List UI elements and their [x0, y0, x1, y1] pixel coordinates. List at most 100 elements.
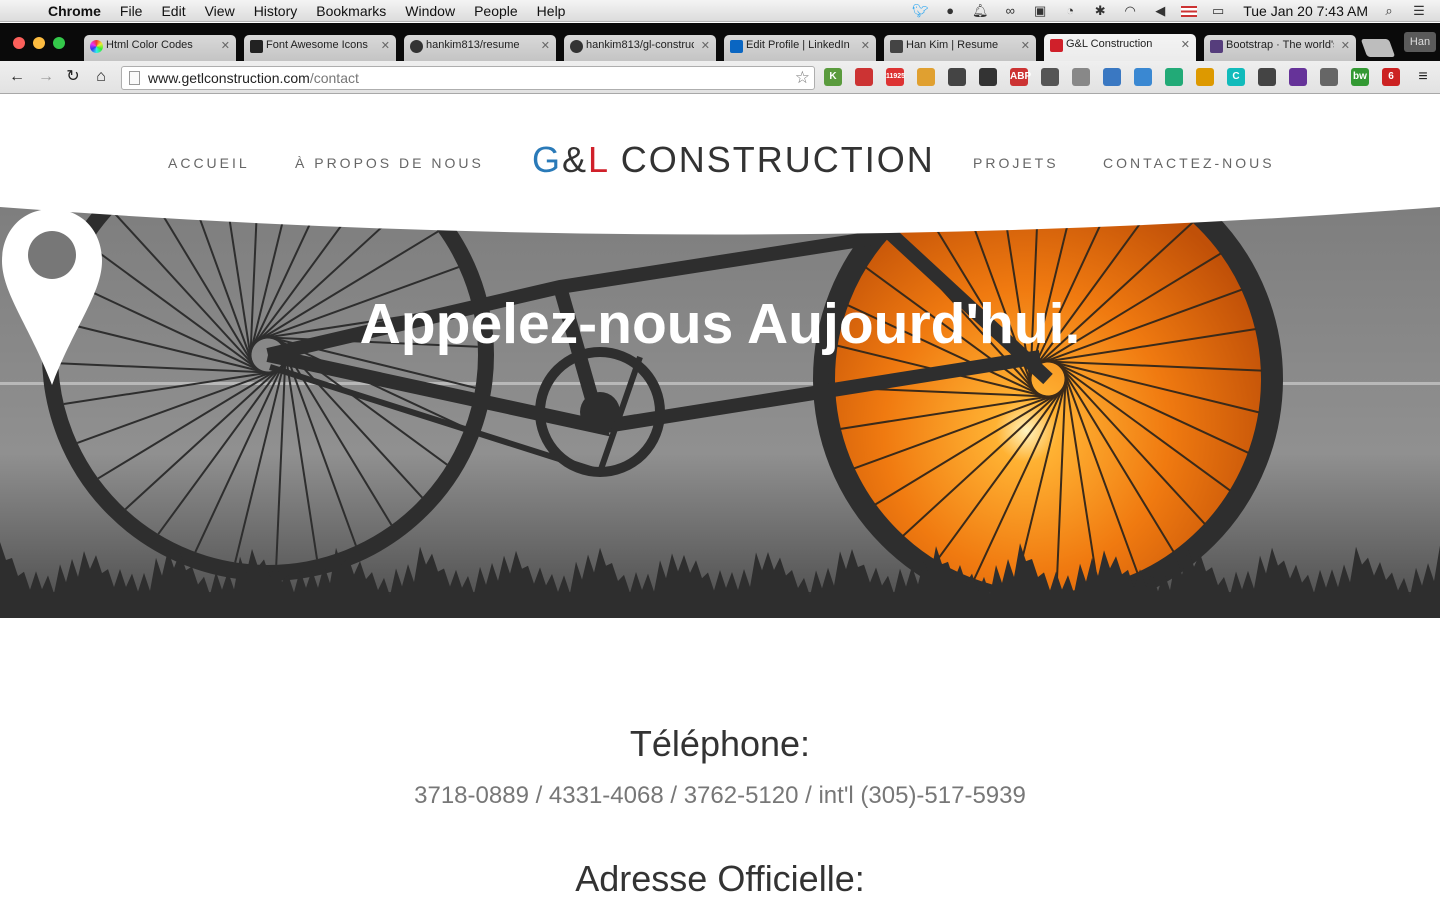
tab-label: hankim813/gl-construction — [586, 39, 694, 51]
disk-icon[interactable]: ▣ — [1031, 4, 1049, 18]
hk-logo-icon — [890, 40, 903, 53]
extension-icon[interactable] — [1072, 68, 1090, 86]
tab-github-resume[interactable]: hankim813/resume ✕ — [404, 35, 556, 61]
page-icon — [129, 71, 140, 85]
twitter-icon[interactable]: 🐦︎ — [911, 4, 929, 18]
home-icon[interactable]: ⌂ — [91, 68, 111, 86]
extension-icon[interactable] — [948, 68, 966, 86]
reload-icon[interactable]: ↻ — [63, 68, 83, 86]
nav-projects-link[interactable]: PROJETS — [973, 155, 1059, 171]
menubar-clock[interactable]: Tue Jan 20 7:43 AM — [1243, 3, 1368, 19]
address-heading: Adresse Officielle: — [575, 858, 865, 899]
tab-html-color-codes[interactable]: Html Color Codes ✕ — [84, 35, 236, 61]
menu-app-name[interactable]: Chrome — [48, 3, 101, 19]
mac-menubar: Chrome File Edit View History Bookmarks … — [0, 0, 1440, 22]
menu-history[interactable]: History — [254, 3, 298, 19]
extension-icon[interactable] — [1196, 68, 1214, 86]
tab-label: Html Color Codes — [106, 39, 193, 51]
new-tab-button[interactable] — [1360, 39, 1396, 57]
tab-label: G&L Construction — [1066, 38, 1153, 50]
extension-icon[interactable] — [1289, 68, 1307, 86]
close-tab-icon[interactable]: ✕ — [1341, 39, 1350, 52]
address-bar[interactable]: www.getlconstruction.com/contact ☆ — [121, 66, 815, 90]
battery-icon[interactable]: ▭ — [1209, 4, 1227, 18]
extension-icon[interactable] — [1165, 68, 1183, 86]
menu-view[interactable]: View — [205, 3, 235, 19]
nav-about-link[interactable]: À PROPOS DE NOUS — [295, 155, 484, 171]
close-tab-icon[interactable]: ✕ — [861, 39, 870, 52]
phone-heading: Téléphone: — [629, 723, 811, 764]
tab-font-awesome[interactable]: Font Awesome Icons ✕ — [244, 35, 396, 61]
extension-icon[interactable] — [1041, 68, 1059, 86]
minimize-window-button[interactable] — [33, 37, 45, 49]
menu-people[interactable]: People — [474, 3, 518, 19]
extension-icon[interactable] — [979, 68, 997, 86]
close-tab-icon[interactable]: ✕ — [541, 39, 550, 52]
extension-icon[interactable] — [855, 68, 873, 86]
logo-letter-l: L — [588, 139, 609, 180]
color-wheel-icon — [90, 40, 103, 53]
glasses-icon[interactable]: ∞ — [1001, 4, 1019, 18]
tab-han-kim-resume[interactable]: Han Kim | Resume ✕ — [884, 35, 1036, 61]
extension-icon[interactable]: 11925 — [886, 68, 905, 86]
logo-letter-g: G — [532, 139, 563, 180]
extension-icon[interactable]: C — [1227, 68, 1245, 86]
extension-icon[interactable]: 6 — [1382, 68, 1400, 86]
extension-icon[interactable] — [1258, 68, 1276, 86]
us-flag-icon[interactable] — [1181, 5, 1198, 17]
notification-bell-icon[interactable]: 🔔︎ — [971, 4, 989, 18]
bluetooth-icon[interactable]: ✱ — [1091, 4, 1109, 18]
zoom-window-button[interactable] — [53, 37, 65, 49]
menu-file[interactable]: File — [120, 3, 143, 19]
close-tab-icon[interactable]: ✕ — [1181, 38, 1190, 51]
bookmark-star-icon[interactable]: ☆ — [795, 67, 810, 89]
close-tab-icon[interactable]: ✕ — [381, 39, 390, 52]
tab-github-gl-construction[interactable]: hankim813/gl-construction ✕ — [564, 35, 716, 61]
tab-bootstrap[interactable]: Bootstrap · The world's ✕ — [1204, 35, 1356, 61]
browser-toolbar: ← → ↻ ⌂ www.getlconstruction.com/contact… — [0, 61, 1440, 94]
tab-linkedin[interactable]: Edit Profile | LinkedIn ✕ — [724, 35, 876, 61]
notification-center-icon[interactable]: ☰ — [1410, 4, 1428, 18]
extension-icon[interactable]: ABP — [1010, 68, 1031, 86]
tab-gl-construction[interactable]: G&L Construction ✕ — [1044, 34, 1196, 61]
tab-label: Han Kim | Resume — [906, 39, 999, 51]
chrome-menu-icon[interactable]: ≡ — [1413, 68, 1433, 86]
menu-edit[interactable]: Edit — [161, 3, 185, 19]
nav-home-link[interactable]: ACCUEIL — [168, 155, 250, 171]
close-tab-icon[interactable]: ✕ — [1021, 39, 1030, 52]
extension-icon[interactable]: K — [824, 68, 842, 86]
menu-bookmarks[interactable]: Bookmarks — [316, 3, 386, 19]
hero-banner: Appelez-nous Aujourd'hui. — [0, 207, 1440, 618]
site-logo[interactable]: G&L CONSTRUCTION — [532, 139, 935, 181]
extension-icon[interactable]: bw — [1351, 68, 1369, 86]
extension-icon[interactable] — [917, 68, 935, 86]
wifi-icon[interactable]: ◠ — [1121, 4, 1139, 18]
time-machine-icon[interactable]: ◔ — [1061, 4, 1079, 18]
tab-label: hankim813/resume — [426, 39, 520, 51]
tab-label: Bootstrap · The world's — [1226, 39, 1334, 51]
github-icon — [410, 40, 423, 53]
bootstrap-icon — [1210, 40, 1223, 53]
forward-arrow-icon[interactable]: → — [36, 68, 56, 86]
close-window-button[interactable] — [13, 37, 25, 49]
logo-word: CONSTRUCTION — [608, 139, 935, 180]
close-tab-icon[interactable]: ✕ — [701, 39, 710, 52]
tab-label: Font Awesome Icons — [266, 39, 368, 51]
spotlight-search-icon[interactable]: ⌕ — [1380, 4, 1398, 18]
phone-numbers: 3718-0889 / 4331-4068 / 3762-5120 / int'… — [414, 782, 1026, 809]
apple-menu-icon[interactable] — [20, 3, 36, 19]
profile-button[interactable]: Han — [1404, 32, 1436, 52]
close-tab-icon[interactable]: ✕ — [221, 39, 230, 52]
github-icon — [570, 40, 583, 53]
menu-window[interactable]: Window — [405, 3, 455, 19]
nav-contact-link[interactable]: CONTACTEZ-NOUS — [1103, 155, 1275, 171]
menu-help[interactable]: Help — [537, 3, 566, 19]
evernote-icon[interactable]: ● — [941, 4, 959, 18]
extension-icon[interactable] — [1103, 68, 1121, 86]
back-arrow-icon[interactable]: ← — [7, 68, 27, 86]
volume-icon[interactable]: ◀ — [1151, 4, 1169, 18]
hero-title: Appelez-nous Aujourd'hui. — [359, 292, 1081, 356]
map-pin-icon — [2, 209, 102, 385]
extension-icon[interactable] — [1320, 68, 1338, 86]
extension-icon[interactable] — [1134, 68, 1152, 86]
